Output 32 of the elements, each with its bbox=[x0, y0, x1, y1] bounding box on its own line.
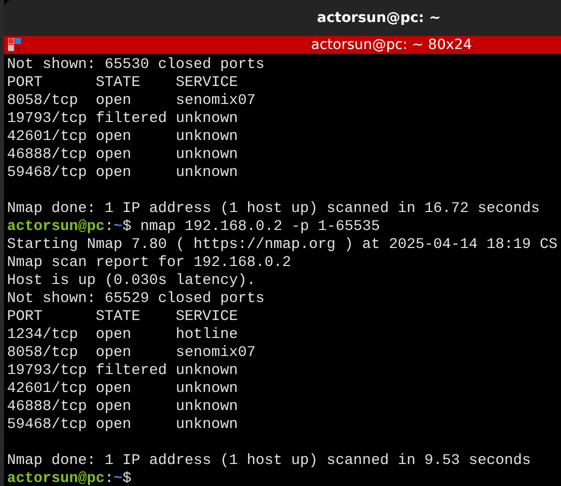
output-line: 19793/tcp filtered unknown bbox=[7, 110, 239, 128]
output-line: 46888/tcp open unknown bbox=[7, 398, 239, 416]
output-line: Host is up (0.030s latency). bbox=[7, 272, 257, 290]
output-line: Nmap done: 1 IP address (1 host up) scanned in 16.72 seconds bbox=[7, 200, 541, 218]
prompt-symbol: $ bbox=[122, 471, 132, 486]
prompt-symbol: $ bbox=[122, 219, 132, 235]
output-line: 42601/tcp open unknown bbox=[7, 128, 239, 146]
output-line: 8058/tcp open senomix07 bbox=[7, 344, 257, 362]
output-line: Not shown: 65529 closed ports bbox=[7, 290, 266, 308]
output-line: 59468/tcp open unknown bbox=[7, 416, 239, 434]
command-text: nmap 192.168.0.2 -p 1-65535 bbox=[140, 219, 380, 235]
prompt-separator: : bbox=[104, 471, 114, 486]
output-line: 1234/tcp open hotline bbox=[7, 326, 239, 344]
output-line: Not shown: 65530 closed ports bbox=[7, 56, 266, 74]
split-menu-icon[interactable] bbox=[8, 38, 22, 52]
prompt-path: ~ bbox=[114, 471, 122, 486]
output-line: Nmap scan report for 192.168.0.2 bbox=[7, 254, 292, 272]
output-line: Starting Nmap 7.80 ( https://nmap.org ) at 2025-04-14 18:19 CS bbox=[7, 236, 559, 254]
prompt-user: actorsun@pc bbox=[7, 219, 105, 235]
window-title: actorsun@pc: ~ bbox=[317, 10, 441, 26]
output-line: PORT STATE SERVICE bbox=[7, 308, 239, 326]
output-line: PORT STATE SERVICE bbox=[7, 74, 239, 92]
terminal-size-title: actorsun@pc: ~ 80x24 bbox=[311, 37, 472, 53]
output-line: 8058/tcp open senomix07 bbox=[7, 92, 257, 110]
prompt-path: ~ bbox=[114, 219, 122, 235]
output-line: 19793/tcp filtered unknown bbox=[7, 362, 239, 380]
output-line: Nmap done: 1 IP address (1 host up) scanned in 9.53 seconds bbox=[7, 452, 532, 470]
prompt-separator: : bbox=[104, 219, 114, 235]
output-line: 42601/tcp open unknown bbox=[7, 380, 239, 398]
output-line: 59468/tcp open unknown bbox=[7, 164, 239, 182]
prompt-user: actorsun@pc bbox=[7, 471, 105, 486]
output-line: 46888/tcp open unknown bbox=[7, 146, 239, 164]
